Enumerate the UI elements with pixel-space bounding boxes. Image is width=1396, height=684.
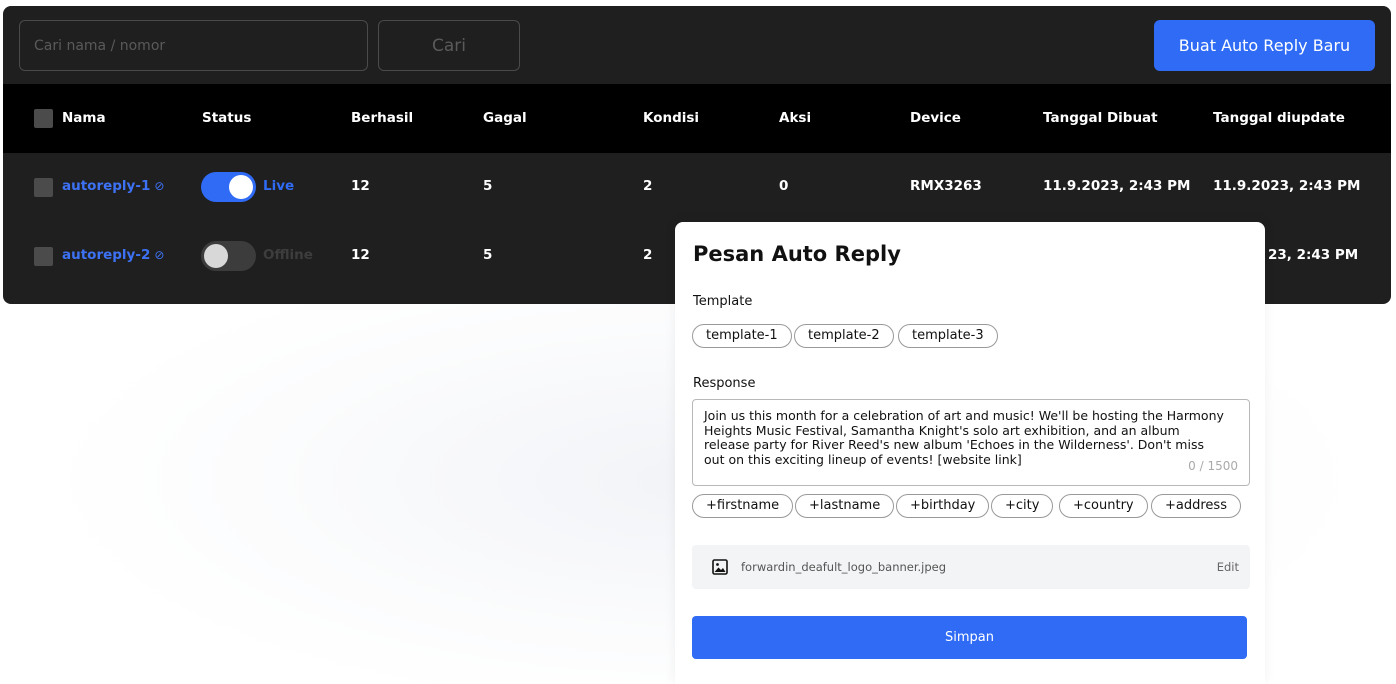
auto-reply-name-link[interactable]: autoreply-1 ⊘: [62, 178, 164, 194]
status-label: Offline: [263, 247, 313, 263]
column-header-device: Device: [910, 110, 961, 126]
toolbar: Cari Buat Auto Reply Baru: [3, 6, 1391, 84]
column-header-aksi: Aksi: [779, 110, 812, 126]
variable-chip-birthday[interactable]: +birthday: [896, 494, 990, 518]
template-chip[interactable]: template-3: [898, 324, 998, 348]
external-link-icon: ⊘: [154, 179, 165, 193]
berhasil-value: 12: [351, 178, 370, 194]
search-button[interactable]: Cari: [378, 20, 520, 71]
auto-reply-message-modal: Pesan Auto Reply Template template-1 tem…: [675, 222, 1265, 684]
row-checkbox[interactable]: [34, 178, 53, 197]
gagal-value: 5: [483, 178, 493, 194]
tanggal-dibuat-value: 11.9.2023, 2:43 PM: [1043, 178, 1191, 194]
row-checkbox[interactable]: [34, 247, 53, 266]
column-header-gagal: Gagal: [483, 110, 527, 126]
external-link-icon: ⊘: [154, 248, 165, 262]
aksi-value: 0: [779, 178, 789, 194]
response-label: Response: [693, 376, 756, 391]
kondisi-value: 2: [643, 247, 653, 263]
status-toggle[interactable]: [201, 172, 256, 202]
template-chip[interactable]: template-2: [794, 324, 894, 348]
auto-reply-name: autoreply-1: [62, 178, 151, 194]
attachment-row: forwardin_deafult_logo_banner.jpeg Edit: [692, 545, 1250, 589]
status-label: Live: [263, 178, 295, 194]
auto-reply-name-link[interactable]: autoreply-2 ⊘: [62, 247, 164, 263]
select-all-checkbox[interactable]: [34, 109, 53, 128]
column-header-kondisi: Kondisi: [643, 110, 700, 126]
edit-attachment-link[interactable]: Edit: [1217, 560, 1239, 574]
toggle-knob: [229, 175, 253, 199]
image-icon: [712, 559, 728, 575]
response-textarea[interactable]: Join us this month for a celebration of …: [692, 399, 1250, 486]
create-auto-reply-button[interactable]: Buat Auto Reply Baru: [1154, 20, 1375, 71]
table-row: autoreply-1 ⊘ Live 12 5 2 0 RMX3263 11.9.…: [3, 153, 1391, 221]
device-value: RMX3263: [910, 178, 982, 194]
variable-chip-firstname[interactable]: +firstname: [692, 494, 794, 518]
tanggal-diupdate-value: 11.9.2023, 2:43 PM: [1213, 178, 1361, 194]
search-input[interactable]: [19, 20, 368, 71]
column-header-berhasil: Berhasil: [351, 110, 414, 126]
character-counter: 0 / 1500: [1188, 459, 1238, 473]
berhasil-value: 12: [351, 247, 370, 263]
response-text: Join us this month for a celebration of …: [704, 408, 1224, 467]
variable-chip-lastname[interactable]: +lastname: [795, 494, 895, 518]
table-header: Nama Status Berhasil Gagal Kondisi Aksi …: [3, 84, 1391, 153]
toggle-knob: [204, 244, 228, 268]
template-label: Template: [693, 294, 753, 309]
auto-reply-name: autoreply-2: [62, 247, 151, 263]
status-toggle[interactable]: [201, 241, 256, 271]
save-button[interactable]: Simpan: [692, 616, 1247, 659]
column-header-status: Status: [202, 110, 252, 126]
kondisi-value: 2: [643, 178, 653, 194]
modal-title: Pesan Auto Reply: [693, 242, 901, 266]
gagal-value: 5: [483, 247, 493, 263]
variable-chip-country[interactable]: +country: [1059, 494, 1148, 518]
column-header-tanggal-dibuat: Tanggal Dibuat: [1043, 110, 1158, 126]
attachment-file-name: forwardin_deafult_logo_banner.jpeg: [741, 560, 947, 574]
column-header-nama: Nama: [62, 110, 106, 126]
column-header-tanggal-diupdate: Tanggal diupdate: [1213, 110, 1345, 126]
variable-chip-address[interactable]: +address: [1151, 494, 1241, 518]
variable-chip-city[interactable]: +city: [991, 494, 1054, 518]
tanggal-diupdate-value: 23, 2:43 PM: [1268, 247, 1359, 263]
template-chip[interactable]: template-1: [692, 324, 792, 348]
